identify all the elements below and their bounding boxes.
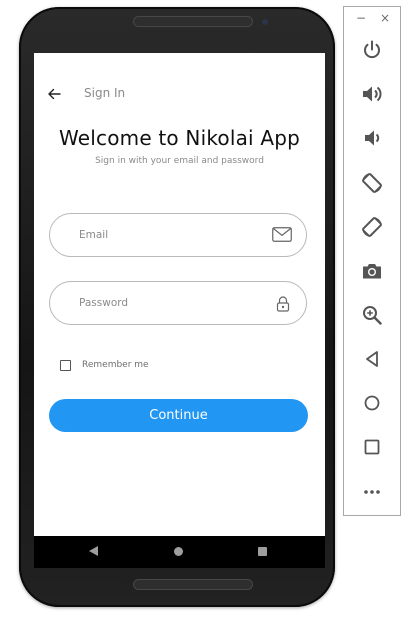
rotate-left-button[interactable] xyxy=(360,171,384,195)
email-placeholder: Email xyxy=(79,229,109,241)
android-nav-bar xyxy=(34,536,325,568)
front-camera xyxy=(262,19,268,25)
overview-button[interactable] xyxy=(360,435,384,459)
back-arrow-icon[interactable] xyxy=(47,87,61,101)
nav-back-icon[interactable] xyxy=(89,546,98,556)
home-button[interactable] xyxy=(360,391,384,415)
app-screen: Sign In Welcome to Nikolai App Sign in w… xyxy=(34,53,325,536)
continue-button[interactable]: Continue xyxy=(49,399,308,432)
rotate-right-button[interactable] xyxy=(360,215,384,239)
camera-icon xyxy=(363,264,381,279)
phone-device-frame: Sign In Welcome to Nikolai App Sign in w… xyxy=(19,7,335,607)
remember-me-label: Remember me xyxy=(82,360,149,370)
remember-me-checkbox[interactable] xyxy=(60,360,71,371)
password-field[interactable]: Password xyxy=(49,281,307,325)
volume-down-icon xyxy=(365,130,380,146)
topbar-title: Sign In xyxy=(84,86,126,100)
volume-up-icon xyxy=(363,86,382,102)
more-icon xyxy=(364,490,380,494)
password-placeholder: Password xyxy=(79,297,129,309)
welcome-subtitle: Sign in with your email and password xyxy=(95,156,264,166)
earpiece-speaker xyxy=(133,16,253,27)
power-icon xyxy=(364,40,380,59)
overview-icon xyxy=(364,439,380,455)
rotate-right-icon xyxy=(362,217,382,237)
nav-home-icon[interactable] xyxy=(174,547,183,556)
lock-icon xyxy=(276,296,290,312)
home-icon xyxy=(364,395,380,411)
bottom-speaker xyxy=(133,579,253,590)
power-button[interactable] xyxy=(360,38,384,62)
nav-recents-icon[interactable] xyxy=(258,547,267,556)
email-field[interactable]: Email xyxy=(49,213,307,257)
screenshot-button[interactable] xyxy=(360,259,384,283)
mail-icon xyxy=(272,227,292,242)
emulator-toolbar: − × xyxy=(343,6,401,516)
welcome-title: Welcome to Nikolai App xyxy=(58,126,301,150)
volume-down-button[interactable] xyxy=(360,126,384,150)
close-button[interactable]: × xyxy=(380,11,390,25)
volume-up-button[interactable] xyxy=(360,82,384,106)
rotate-left-icon xyxy=(362,173,382,193)
emulator-window: Sign In Welcome to Nikolai App Sign in w… xyxy=(0,0,419,619)
back-icon xyxy=(366,351,378,367)
zoom-button[interactable] xyxy=(360,303,384,327)
back-button[interactable] xyxy=(360,347,384,371)
more-button[interactable] xyxy=(360,479,384,503)
zoom-icon xyxy=(363,306,382,325)
minimize-button[interactable]: − xyxy=(356,11,366,25)
